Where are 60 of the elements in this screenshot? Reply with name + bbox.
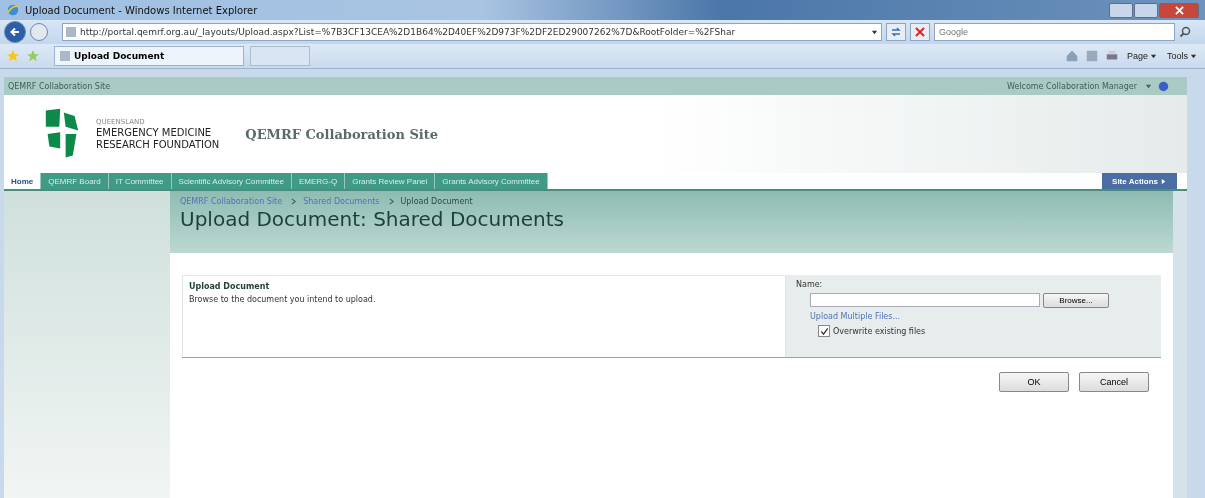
url-text: http://portal.qemrf.org.au/_layouts/Upload.aspx?List=%7B3CF13CEA%2D1B64%2D40EF%2D973F%2DF2ED29007262%7D&RootFolder=%2FShar [80,27,737,37]
home-icon[interactable] [1064,49,1079,63]
field-label: Name: [796,280,824,289]
page-icon [60,51,70,61]
nav-tab[interactable]: EMERG-Q [291,173,346,189]
command-button[interactable]: Tools [1165,51,1199,61]
nav-tab[interactable]: QEMRF Board [41,173,109,189]
forward-button[interactable] [30,23,48,41]
search-field[interactable]: Google [934,23,1175,41]
close-icon [914,26,926,38]
chevron-icon [387,198,395,205]
minimize-button[interactable] [1109,2,1133,18]
welcome-menu[interactable]: Welcome Collaboration Manager [1006,81,1137,91]
star-icon[interactable] [6,49,20,63]
nav-tab[interactable]: Grants Review Panel [345,173,436,189]
dropdown-caret-icon[interactable] [871,28,878,36]
stop-button[interactable] [910,23,930,41]
window-title: Upload Document - Windows Internet Explorer [25,4,258,16]
page-title: Upload Document: Shared Documents [180,207,565,231]
logo-text: RESEARCH FOUNDATION [96,139,220,150]
command-button[interactable]: Page [1124,51,1159,61]
site-title: QEMRF Collaboration Site [245,126,439,142]
printer-icon[interactable] [1104,49,1119,63]
checkbox-label: Overwrite existing files [833,326,926,336]
site-actions-menu[interactable]: Site Actions [1102,173,1177,189]
nav-tab[interactable]: Grants Advisory Committee [435,173,548,189]
dialog-button[interactable]: OK [999,372,1069,392]
nav-tab[interactable]: IT Committee [108,173,172,189]
back-arrow-icon [9,26,21,38]
chevron-icon [290,198,298,205]
browse-button[interactable]: Browse... [1043,293,1109,308]
close-icon [1174,5,1184,15]
dialog-button[interactable]: Cancel [1079,372,1149,392]
back-button[interactable] [4,21,26,43]
caret-icon [1150,52,1157,60]
breadcrumb-current: Upload Document [400,197,473,206]
caret-icon [1190,52,1197,60]
section-description: Browse to the document you intend to upload. [189,295,377,304]
checkbox[interactable] [818,325,830,337]
help-icon[interactable] [1158,80,1169,92]
file-name-field[interactable] [810,293,1040,307]
breadcrumb-link[interactable]: Shared Documents [303,197,380,206]
refresh-button[interactable] [886,23,906,41]
maximize-button[interactable] [1134,2,1158,18]
caret-icon [1160,177,1167,185]
logo-text: EMERGENCY MEDICINE [96,127,213,138]
page-icon [66,27,76,37]
nav-tab[interactable]: Scientific Advisory Committee [171,173,292,189]
close-button[interactable] [1159,2,1199,18]
search-icon[interactable] [1179,26,1191,38]
breadcrumb-link[interactable]: QEMRF Collaboration Site [180,197,283,206]
address-field[interactable]: http://portal.qemrf.org.au/_layouts/Upload.aspx?List=%7B3CF13CEA%2D1B64%2D40EF%2D973F%2DF2ED29007262%7D&RootFolder=%2FShar [62,23,882,41]
check-icon [819,326,829,336]
browser-tab[interactable]: Upload Document [54,46,244,66]
refresh-icon [890,26,902,38]
site-link[interactable]: QEMRF Collaboration Site [8,81,111,91]
upload-multiple-link[interactable]: Upload Multiple Files... [796,312,1151,321]
browser-logo-icon [6,3,20,17]
section-title: Upload Document [189,282,271,291]
caret-icon[interactable] [1145,82,1152,90]
